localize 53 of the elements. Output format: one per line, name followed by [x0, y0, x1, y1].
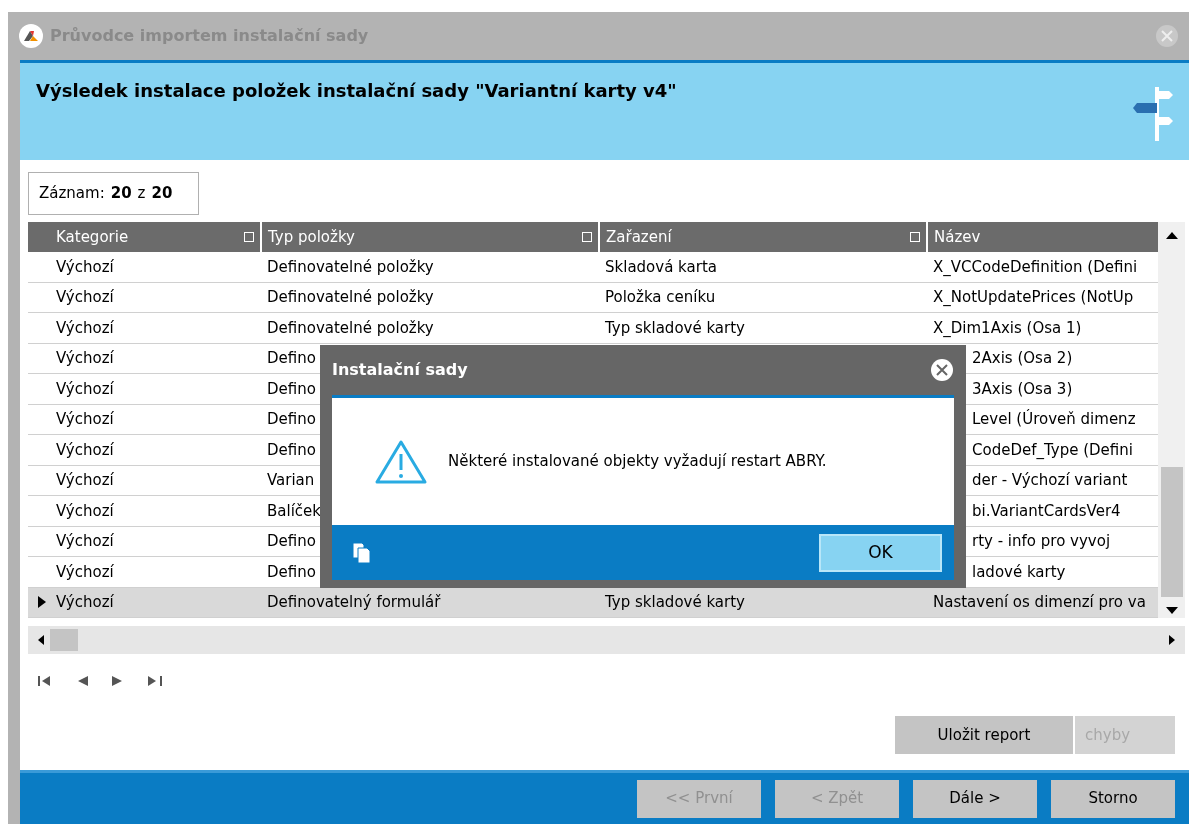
- table-cell-text: Skladová karta: [605, 256, 717, 278]
- table-cell-text: Level (Úroveň dimenz: [972, 408, 1136, 430]
- page-heading: Výsledek instalace položek instalační sady "Variantní karty v4": [36, 79, 677, 103]
- table-cell-text: Definovatelné položky: [267, 256, 434, 278]
- table-cell-text: X_Dim1Axis (Osa 1): [933, 317, 1082, 339]
- dialog-title: Instalační sady: [332, 359, 468, 381]
- table-cell-text: CodeDef_Type (Defini: [972, 439, 1133, 461]
- footer-button[interactable]: Storno: [1051, 779, 1175, 818]
- table-cell-text: 3Axis (Osa 3): [972, 378, 1073, 400]
- table-cell-text: Defino: [267, 409, 316, 430]
- table-cell-text: Typ skladové karty: [605, 592, 745, 613]
- table-cell-text: bi.VariantCardsVer4: [972, 500, 1121, 522]
- table-cell-text: Defino: [267, 561, 316, 583]
- table-cell-text: der - Výchozí variant: [972, 470, 1128, 491]
- record-separator: z: [137, 183, 146, 205]
- table-cell-text: Výchozí: [56, 317, 114, 339]
- table-cell-text: Defino: [267, 531, 316, 552]
- table-cell-text: Výchozí: [56, 470, 114, 491]
- record-current: 20: [110, 183, 132, 205]
- ok-button[interactable]: OK: [819, 533, 942, 572]
- table-cell-text: Balíček: [267, 500, 321, 522]
- table-cell-text: Výchozí: [56, 500, 114, 522]
- table-cell-text: Výchozí: [56, 256, 114, 278]
- dialog-message: Některé instalované objekty vyžadují restart ABRY.: [448, 451, 827, 473]
- footer-button[interactable]: Dále >: [913, 779, 1037, 818]
- table-row[interactable]: Výchozí Definovatelný formulář Typ skladové karty Nastavení os dimenzí pro va: [28, 587, 1158, 618]
- table-cell-text: Defino: [267, 439, 316, 461]
- table-cell-text: Výchozí: [56, 561, 114, 583]
- table-cell-text: Defino: [267, 348, 316, 369]
- table-cell-text: Typ skladové karty: [605, 317, 745, 339]
- table-cell-text: X_VCCodeDefinition (Defini: [933, 256, 1138, 278]
- table-cell-text: Výchozí: [56, 531, 114, 552]
- table-cell-text: Výchozí: [56, 378, 114, 400]
- table-cell-text: Definovatelný formulář: [267, 592, 441, 613]
- table-cell-text: ladové karty: [972, 561, 1066, 583]
- table-cell-text: Výchozí: [56, 287, 114, 308]
- column-header[interactable]: Kategorie: [28, 222, 260, 252]
- table-cell-text: Položka ceníku: [605, 287, 716, 308]
- table-cell-text: Definovatelné položky: [267, 287, 434, 308]
- table-cell-text: 2Axis (Osa 2): [972, 348, 1073, 369]
- table-cell-text: Výchozí: [56, 592, 114, 613]
- table-cell-text: Defino: [267, 378, 316, 400]
- record-total: 20: [151, 183, 173, 205]
- table-cell-text: X_NotUpdatePrices (NotUp: [933, 287, 1134, 308]
- record-label: Záznam:: [39, 183, 105, 205]
- table-cell-text: Výchozí: [56, 348, 114, 369]
- action-button[interactable]: Uložit report: [895, 716, 1073, 754]
- table-cell-text: Výchozí: [56, 409, 114, 430]
- table-cell-text: Varian: [267, 470, 315, 491]
- table-cell-text: rty - info pro vyvoj: [972, 531, 1111, 552]
- table-cell-text: Výchozí: [56, 439, 114, 461]
- table-cell-text: Nastavení os dimenzí pro va: [933, 592, 1146, 613]
- table-cell-text: Definovatelné položky: [267, 317, 434, 339]
